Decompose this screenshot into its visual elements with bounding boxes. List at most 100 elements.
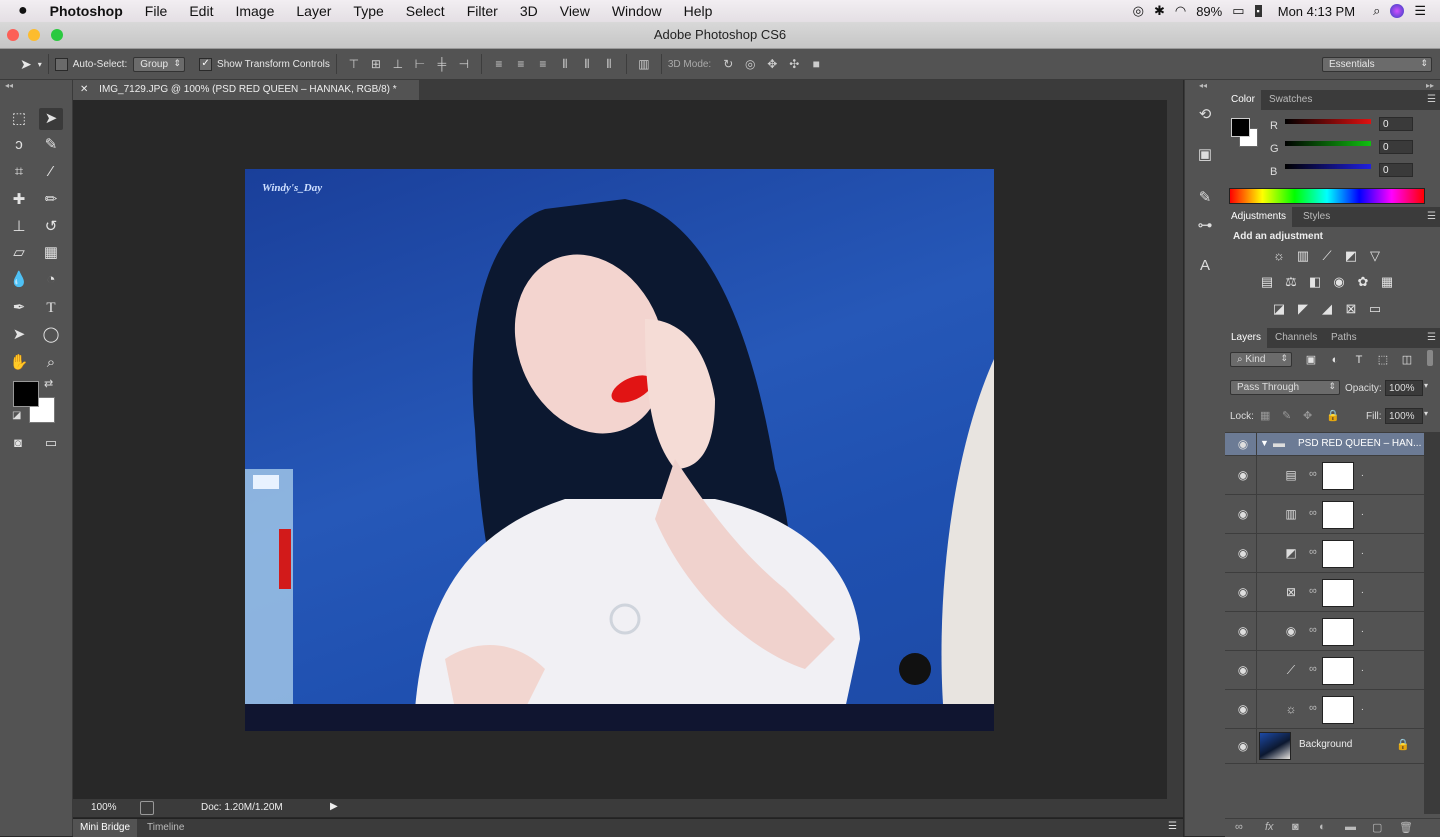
new-layer-icon[interactable]: ▢	[1372, 821, 1382, 834]
notification-center-icon[interactable]: ☰	[1414, 3, 1426, 19]
expand-dock-icon[interactable]: ◂◂	[1199, 81, 1207, 90]
healing-brush-tool-icon[interactable]: ✚	[7, 189, 31, 211]
menu-select[interactable]: Select	[395, 0, 456, 22]
menu-file[interactable]: File	[134, 0, 179, 22]
layer-group-row[interactable]: ◉ ▼ ▬ PSD RED QUEEN – HAN...	[1225, 433, 1424, 456]
invert-icon[interactable]: ◪	[1271, 301, 1287, 317]
color-fg-swatch[interactable]	[1231, 118, 1250, 137]
link-chain-icon[interactable]: ∞	[1309, 624, 1317, 636]
lasso-tool-icon[interactable]: ↄ	[7, 134, 31, 156]
tab-timeline[interactable]: Timeline	[147, 819, 184, 837]
document-info[interactable]: Doc: 1.20M/1.20M	[201, 802, 283, 813]
selective-color-icon[interactable]: ⊠	[1343, 301, 1359, 317]
blue-slider[interactable]	[1285, 164, 1371, 169]
hue-saturation-icon[interactable]: ▤	[1259, 274, 1275, 290]
layer-mask-thumbnail[interactable]	[1322, 540, 1354, 568]
layer-name[interactable]: .	[1361, 468, 1364, 479]
distribute-vcenter-icon[interactable]: ≡	[514, 57, 528, 71]
layer-name[interactable]: .	[1361, 702, 1364, 713]
filter-adjustment-icon[interactable]: ◐	[1327, 352, 1343, 368]
auto-align-icon[interactable]: ▥	[637, 57, 651, 71]
quick-selection-tool-icon[interactable]: ✎	[39, 134, 63, 156]
lock-position-icon[interactable]: ✥	[1303, 409, 1312, 422]
collapse-tools-icon[interactable]: ◂◂	[5, 81, 13, 90]
spotlight-search-icon[interactable]: ⌕	[1373, 3, 1380, 19]
auto-select-dropdown[interactable]: Group	[133, 56, 186, 72]
visibility-eye-icon[interactable]: ◉	[1235, 690, 1251, 728]
adjustment-layer-row[interactable]: ◉ ☼ ∞ .	[1225, 690, 1424, 729]
new-group-icon[interactable]: ▬	[1345, 821, 1356, 833]
close-document-icon[interactable]: ✕	[80, 84, 88, 95]
green-value[interactable]: 0	[1379, 140, 1413, 154]
adjustment-layer-row[interactable]: ◉ ⊠ ∞ .	[1225, 573, 1424, 612]
history-panel-icon[interactable]: ⟲	[1193, 104, 1217, 126]
blue-value[interactable]: 0	[1379, 163, 1413, 177]
red-slider[interactable]	[1285, 119, 1371, 124]
layer-mask-thumbnail[interactable]	[1322, 462, 1354, 490]
marquee-tool-icon[interactable]: ⬚	[7, 108, 31, 130]
tab-adjustments[interactable]: Adjustments	[1225, 207, 1293, 227]
brush-tool-icon[interactable]: ✏	[39, 189, 63, 211]
tab-layers[interactable]: Layers	[1225, 328, 1268, 348]
adjustment-layer-row[interactable]: ◉ ▤ ∞ .	[1225, 456, 1424, 495]
visibility-eye-icon[interactable]: ◉	[1235, 612, 1251, 650]
filter-toggle[interactable]	[1427, 350, 1433, 366]
eyedropper-tool-icon[interactable]: ⁄	[39, 161, 63, 183]
align-right-icon[interactable]: ⊣	[457, 57, 471, 71]
zoom-tool-icon[interactable]: ⌕	[39, 352, 63, 374]
threshold-icon[interactable]: ◢	[1319, 301, 1335, 317]
lock-pixels-icon[interactable]: ✎	[1282, 409, 1291, 422]
layer-name[interactable]: .	[1361, 546, 1364, 557]
3d-roll-icon[interactable]: ◎	[743, 57, 757, 71]
menu-image[interactable]: Image	[224, 0, 285, 22]
posterize-icon[interactable]: ◤	[1295, 301, 1311, 317]
quick-mask-icon[interactable]: ◙	[6, 432, 30, 454]
history-brush-tool-icon[interactable]: ↺	[39, 216, 63, 238]
apple-menu-icon[interactable]: ●	[0, 0, 39, 22]
curves-icon[interactable]: ⟋	[1319, 248, 1335, 264]
crop-tool-icon[interactable]: ⌗	[7, 161, 31, 183]
link-chain-icon[interactable]: ∞	[1309, 546, 1317, 558]
tab-color[interactable]: Color	[1225, 90, 1261, 110]
pen-tool-icon[interactable]: ✒	[7, 297, 31, 319]
align-vcenter-icon[interactable]: ⊞	[369, 57, 383, 71]
add-mask-icon[interactable]: ◙	[1292, 821, 1299, 833]
group-name[interactable]: PSD RED QUEEN – HAN...	[1298, 438, 1421, 449]
menu-layer[interactable]: Layer	[285, 0, 342, 22]
type-tool-icon[interactable]: T	[39, 297, 63, 319]
canvas-area[interactable]: Windy's_Day	[73, 100, 1167, 799]
layer-mask-thumbnail[interactable]	[1322, 579, 1354, 607]
layer-name[interactable]: .	[1361, 663, 1364, 674]
minimize-window-button[interactable]	[28, 29, 40, 41]
menu-window[interactable]: Window	[601, 0, 673, 22]
vibrance-icon[interactable]: ▽	[1367, 248, 1383, 264]
creative-cloud-icon[interactable]: ◎	[1133, 3, 1144, 19]
align-top-icon[interactable]: ⊤	[347, 57, 361, 71]
adjustment-layer-row[interactable]: ◉ ⟋ ∞ .	[1225, 651, 1424, 690]
filter-pixel-icon[interactable]: ▣	[1303, 352, 1319, 368]
distribute-left-icon[interactable]: ⦀	[558, 57, 572, 71]
distribute-bottom-icon[interactable]: ≡	[536, 57, 550, 71]
new-adjustment-layer-icon[interactable]: ◐	[1319, 821, 1326, 833]
layer-mask-thumbnail[interactable]	[1322, 657, 1354, 685]
visibility-eye-icon[interactable]: ◉	[1235, 433, 1251, 455]
link-chain-icon[interactable]: ∞	[1309, 585, 1317, 597]
align-bottom-icon[interactable]: ⊥	[391, 57, 405, 71]
layer-filter-kind-dropdown[interactable]: ⌕ Kind	[1230, 352, 1292, 367]
workspace-dropdown[interactable]: Essentials	[1322, 56, 1432, 72]
status-menu-arrow-icon[interactable]: ▶	[330, 801, 338, 812]
link-chain-icon[interactable]: ∞	[1309, 663, 1317, 675]
levels-icon[interactable]: ▥	[1295, 248, 1311, 264]
delete-layer-icon[interactable]: 🗑	[1399, 821, 1413, 834]
tool-preset-chevron-icon[interactable]: ▾	[38, 60, 42, 69]
menu-3d[interactable]: 3D	[509, 0, 549, 22]
layer-name[interactable]: .	[1361, 624, 1364, 635]
character-panel-icon[interactable]: A	[1193, 255, 1217, 277]
3d-slide-icon[interactable]: ✣	[787, 57, 801, 71]
distribute-hcenter-icon[interactable]: ⦀	[580, 57, 594, 71]
ellipse-tool-icon[interactable]: ◯	[39, 324, 63, 346]
exposure-icon[interactable]: ◩	[1343, 248, 1359, 264]
default-colors-icon[interactable]: ◪	[12, 410, 21, 421]
link-chain-icon[interactable]: ∞	[1309, 507, 1317, 519]
group-expand-icon[interactable]: ▼	[1260, 438, 1269, 448]
